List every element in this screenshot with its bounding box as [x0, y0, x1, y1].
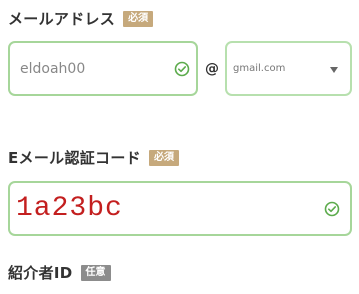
email-local-value: eldoah00 [20, 60, 86, 77]
optional-badge: 任意 [80, 264, 111, 281]
check-circle-icon [324, 201, 340, 217]
required-badge: 必須 [123, 10, 154, 27]
required-badge: 必須 [148, 149, 179, 166]
check-circle-icon [174, 61, 190, 77]
code-label: Eメール認証コード [8, 149, 141, 167]
chevron-down-icon [330, 67, 338, 73]
email-domain-select[interactable]: gmail.com [225, 41, 352, 96]
email-label-row: メールアドレス 必須 [8, 8, 154, 29]
code-label-row: Eメール認証コード 必須 [8, 147, 179, 168]
at-symbol: @ [205, 61, 219, 77]
referrer-label-row: 紹介者ID 任意 [8, 262, 111, 283]
verification-code-value: 1a23bc [16, 193, 123, 224]
email-domain-value: gmail.com [233, 63, 286, 74]
email-local-input[interactable]: eldoah00 [8, 41, 198, 96]
verification-code-input[interactable]: 1a23bc [8, 181, 352, 236]
referrer-label: 紹介者ID [8, 264, 73, 282]
email-label: メールアドレス [8, 10, 116, 28]
